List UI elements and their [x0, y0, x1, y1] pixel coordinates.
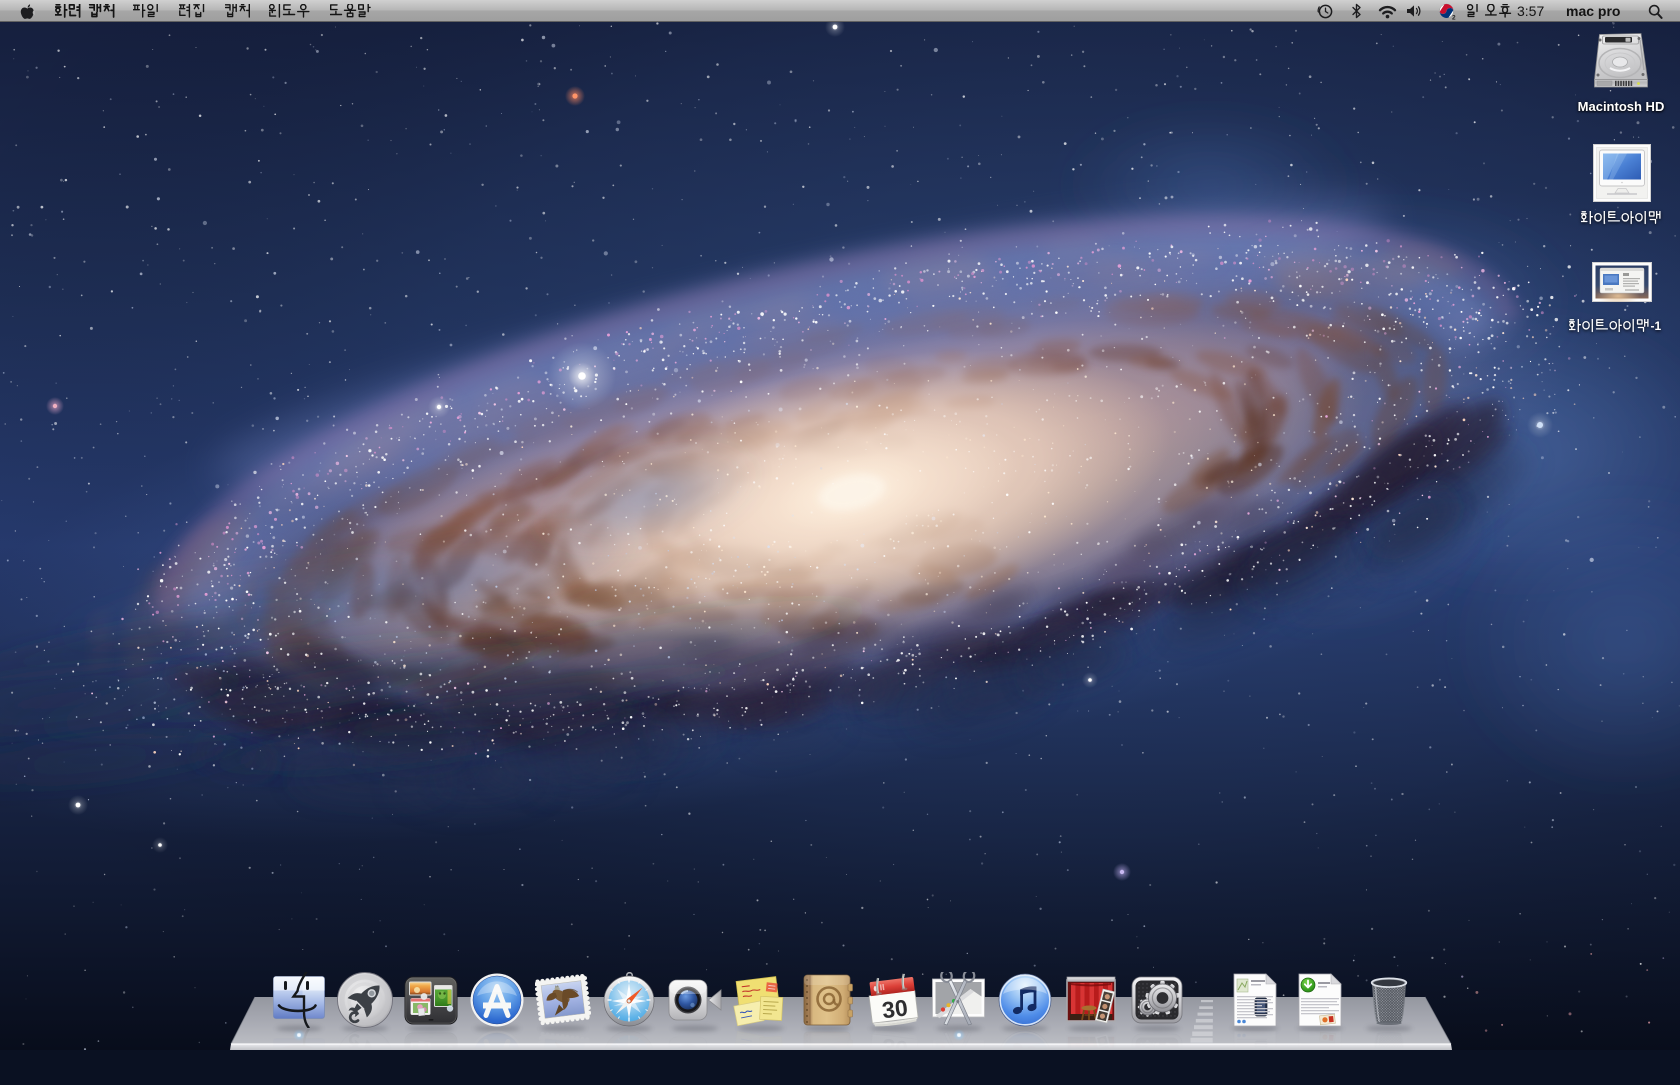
svg-text:30: 30	[881, 994, 910, 1023]
svg-text:30: 30	[881, 1034, 910, 1063]
